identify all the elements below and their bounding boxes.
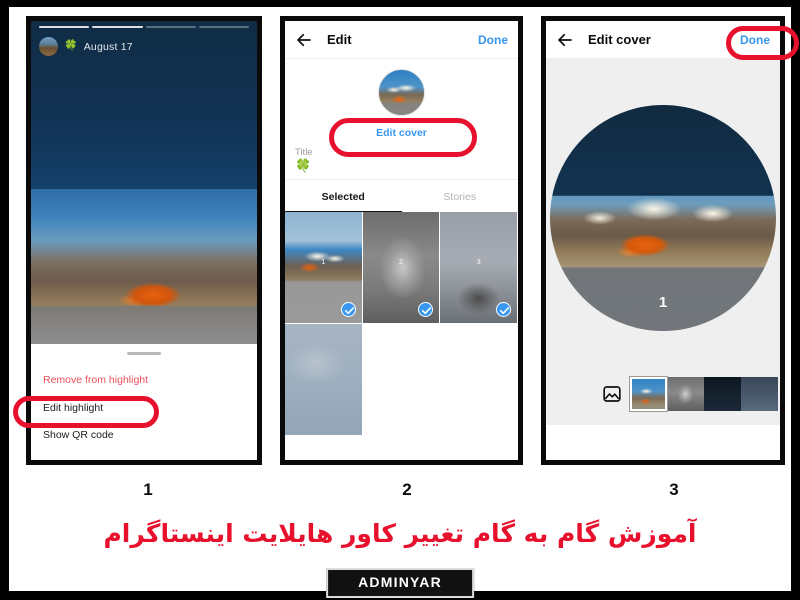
phone-1-screen: 🍀 August 17 Remove from highlight Edit h… — [31, 21, 257, 460]
step-number-3: 3 — [669, 480, 679, 499]
done-button[interactable]: Done — [478, 33, 508, 47]
step-number-2: 2 — [402, 480, 412, 499]
menu-item-show-qr-code[interactable]: Show QR code — [31, 422, 257, 450]
grid-item-empty — [440, 324, 518, 437]
cover-crop-canvas[interactable]: 1 — [546, 59, 780, 425]
grid-item-number: 3 — [476, 258, 481, 266]
story-progress-segment — [39, 26, 90, 28]
filmstrip-row — [546, 377, 780, 411]
story-meta-row: 🍀 August 17 — [39, 37, 249, 56]
brand-name: ADMINYAR — [358, 574, 442, 590]
tab-stories[interactable]: Stories — [402, 180, 519, 212]
story-thumbnail-grid: 1 2 3 — [285, 212, 518, 437]
story-photo-camping — [31, 189, 257, 366]
page-title: Edit cover — [588, 32, 651, 47]
avatar[interactable] — [39, 37, 58, 56]
phone-2-screen: Edit Done Edit cover Title 🍀 Selected St… — [285, 21, 518, 460]
edit-tabs: Selected Stories — [285, 179, 519, 213]
tab-selected[interactable]: Selected — [285, 180, 402, 213]
story-progress-segment — [198, 26, 249, 28]
done-button[interactable]: Done — [740, 33, 770, 47]
poster-stage: 🍀 August 17 Remove from highlight Edit h… — [9, 7, 799, 598]
grid-item[interactable]: 1 — [285, 212, 363, 325]
options-bottom-sheet: Remove from highlight Edit highlight Sho… — [31, 343, 257, 460]
highlight-cover-thumbnail[interactable] — [378, 69, 425, 116]
grid-item-number: 2 — [399, 258, 403, 266]
story-progress-bars[interactable] — [39, 26, 249, 28]
image-gallery-icon[interactable] — [602, 384, 622, 404]
phone-3-screen: Edit cover Done 1 — [546, 21, 780, 460]
arrow-left-icon[interactable] — [556, 31, 574, 49]
title-field-label: Title — [295, 147, 313, 158]
clover-icon: 🍀 — [64, 40, 78, 52]
check-icon[interactable] — [340, 302, 356, 318]
crop-frame-number: 1 — [658, 294, 668, 311]
filmstrip-thumb[interactable] — [741, 377, 778, 411]
check-icon[interactable] — [495, 302, 511, 318]
grid-item-empty — [362, 324, 441, 437]
grid-item[interactable]: 2 — [362, 212, 441, 325]
cover-section: Edit cover — [285, 59, 518, 147]
story-progress-segment — [145, 26, 196, 28]
filmstrip-thumb[interactable] — [667, 377, 704, 411]
title-field-block: Title 🍀 — [285, 147, 518, 179]
story-progress-segment — [92, 26, 143, 28]
filmstrip-thumb[interactable] — [630, 377, 667, 411]
story-viewer: 🍀 August 17 Remove from highlight Edit h… — [31, 21, 257, 460]
sheet-drag-handle[interactable] — [127, 351, 161, 356]
check-icon[interactable] — [418, 302, 434, 318]
filmstrip-thumbnails — [630, 377, 778, 411]
menu-item-remove-from-highlight[interactable]: Remove from highlight — [31, 367, 257, 395]
story-date: August 17 — [83, 40, 133, 53]
arrow-left-icon[interactable] — [295, 31, 313, 49]
page-title: Edit — [327, 32, 352, 47]
title-input[interactable]: 🍀 — [295, 158, 508, 173]
grid-item[interactable] — [285, 324, 363, 437]
brand-badge: ADMINYAR — [326, 568, 474, 598]
edit-cover-button[interactable]: Edit cover — [285, 116, 518, 147]
phone-panel-2: Edit Done Edit cover Title 🍀 Selected St… — [280, 16, 523, 465]
grid-item[interactable]: 3 — [440, 212, 518, 325]
grid-item-number: 1 — [321, 258, 326, 266]
poster-root: 🍀 August 17 Remove from highlight Edit h… — [0, 0, 800, 600]
story-topbar: 🍀 August 17 — [31, 21, 257, 56]
filmstrip-thumb[interactable] — [704, 377, 741, 411]
edit-appbar: Edit Done — [285, 21, 518, 59]
phone-panel-3: Edit cover Done 1 — [541, 16, 785, 465]
phone-panel-1: 🍀 August 17 Remove from highlight Edit h… — [26, 16, 262, 465]
menu-item-edit-highlight[interactable]: Edit highlight — [31, 395, 257, 423]
circular-crop-preview[interactable]: 1 — [550, 105, 776, 331]
edit-cover-appbar: Edit cover Done — [546, 21, 780, 59]
step-number-1: 1 — [143, 480, 153, 499]
poster-caption: آموزش گام به گام تغییر کاور هایلایت اینس… — [103, 519, 697, 548]
